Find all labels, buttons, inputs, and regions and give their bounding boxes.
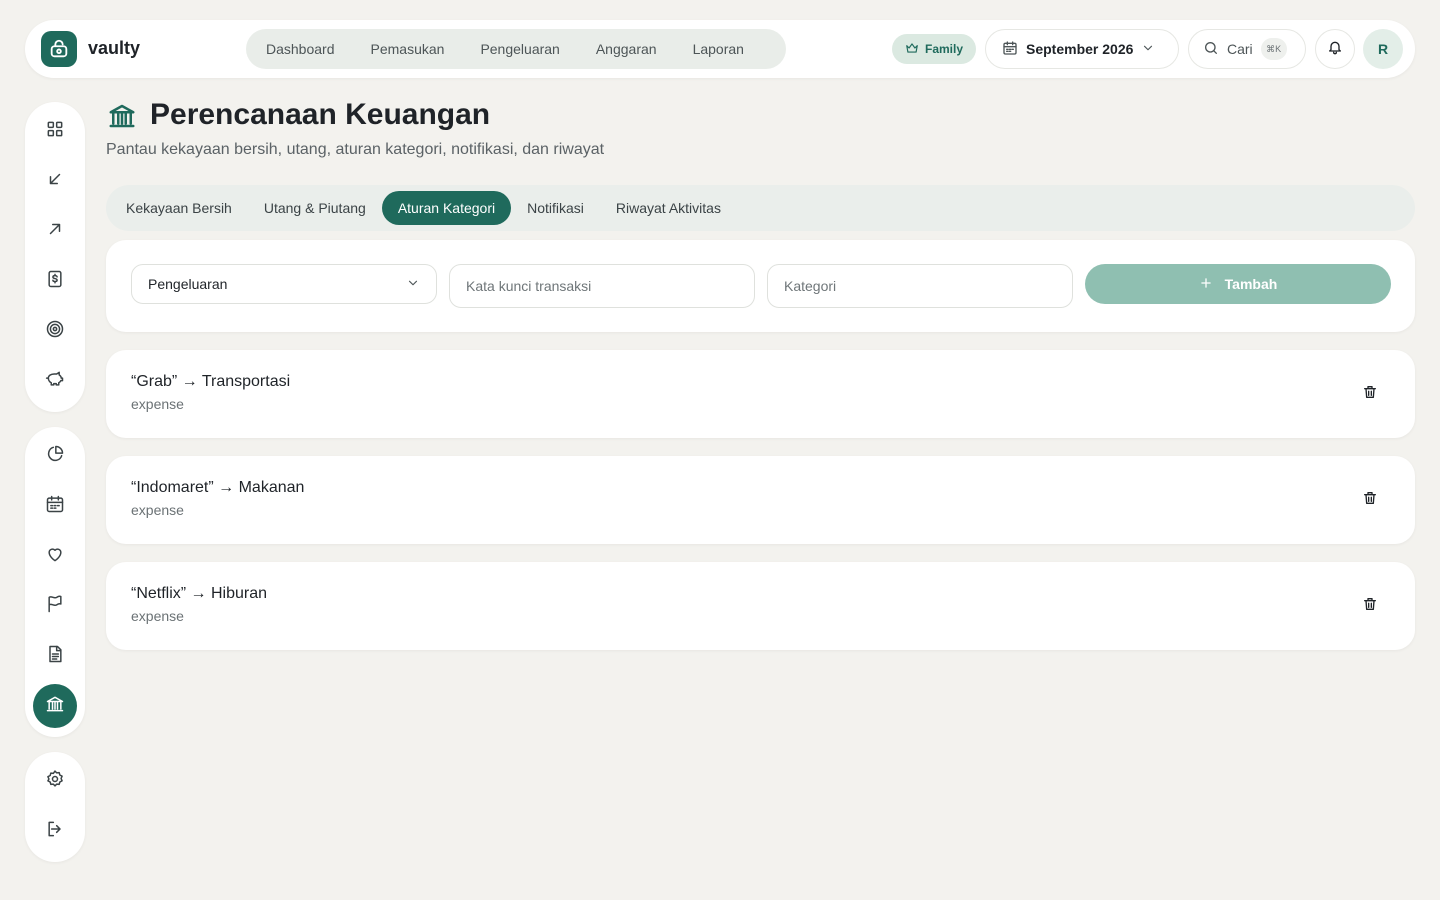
pie-chart-icon [45,444,65,469]
chevron-down-icon [1141,41,1155,58]
rule-title: “Netflix” → Hiburan [131,585,268,602]
bell-icon [1327,39,1343,60]
rule-type: expense [131,608,184,624]
trash-icon [1362,596,1378,617]
sidebar-item-budget[interactable] [35,261,75,301]
bank-icon [107,101,137,136]
list-item: “Netflix” → Hiburan expense [106,562,1415,650]
category-input[interactable] [767,264,1073,308]
search-label: Cari [1227,41,1253,57]
sidebar-item-milestones[interactable] [35,586,75,626]
search-shortcut: ⌘K [1260,38,1287,60]
nav-item-pemasukan[interactable]: Pemasukan [371,41,445,57]
target-icon [45,319,65,344]
plan-badge-label: Family [924,42,963,56]
add-rule-button[interactable]: Tambah [1085,264,1391,304]
tab-activity-history[interactable]: Riwayat Aktivitas [600,191,737,225]
app-name: vaulty [88,38,141,58]
tab-debts[interactable]: Utang & Piutang [248,191,382,225]
search-icon [1203,40,1219,59]
tab-notifications[interactable]: Notifikasi [511,191,600,225]
add-rule-label: Tambah [1224,276,1278,292]
sidebar-item-reports[interactable] [35,436,75,476]
sidebar-item-logout[interactable] [35,811,75,851]
bank-icon [45,694,65,719]
sidebar-item-expense[interactable] [35,211,75,251]
trash-icon [1362,490,1378,511]
delete-rule-button[interactable] [1358,488,1382,512]
nav-item-pengeluaran[interactable]: Pengeluaran [480,41,559,57]
calendar-icon [1002,40,1018,59]
piggy-bank-icon [45,369,65,394]
nav-item-anggaran[interactable]: Anggaran [596,41,657,57]
sidebar-group-planning [25,427,85,737]
nav-item-laporan[interactable]: Laporan [693,41,744,57]
rule-type: expense [131,502,184,518]
delete-rule-button[interactable] [1358,382,1382,406]
rule-title: “Indomaret” → Makanan [131,479,305,496]
keyword-input[interactable] [449,264,755,308]
page-title: Perencanaan Keuangan [150,98,491,131]
grid-icon [45,119,65,144]
nav-item-dashboard[interactable]: Dashboard [266,41,335,57]
main-nav: Dashboard Pemasukan Pengeluaran Anggaran… [246,29,786,69]
arrow-up-right-icon [46,220,64,243]
sidebar-group-account [25,752,85,862]
month-label: September 2026 [1026,41,1134,57]
list-item: “Grab” → Transportasi expense [106,350,1415,438]
list-item: “Indomaret” → Makanan expense [106,456,1415,544]
sidebar-item-dashboard[interactable] [35,111,75,151]
sidebar-item-wishlist[interactable] [35,536,75,576]
arrow-down-left-icon [46,170,64,193]
settings-icon [45,769,65,794]
tab-category-rules[interactable]: Aturan Kategori [381,191,512,225]
sidebar-item-financial-planning[interactable] [33,684,77,728]
plus-icon [1199,276,1213,293]
logout-icon [45,819,65,844]
plan-badge[interactable]: Family [892,34,976,64]
logo-icon[interactable] [41,31,77,67]
crown-icon [905,41,919,58]
delete-rule-button[interactable] [1358,594,1382,618]
tab-net-worth[interactable]: Kekayaan Bersih [110,191,248,225]
sidebar-item-settings[interactable] [35,761,75,801]
trash-icon [1362,384,1378,405]
rule-form: Pengeluaran Tambah [106,240,1415,332]
month-picker[interactable]: September 2026 [985,29,1179,69]
sidebar-item-goals[interactable] [35,311,75,351]
sidebar-item-calendar[interactable] [35,486,75,526]
page-subtitle: Pantau kekayaan bersih, utang, aturan ka… [106,141,605,158]
avatar[interactable]: R [1363,29,1403,69]
document-icon [45,644,65,669]
rule-title: “Grab” → Transportasi [131,373,291,390]
calendar-icon [45,494,65,519]
flag-icon [45,594,65,619]
sidebar-group-main [25,102,85,412]
top-bar: vaulty Dashboard Pemasukan Pengeluaran A… [25,20,1415,78]
notifications-button[interactable] [1315,29,1355,69]
sidebar-item-income[interactable] [35,161,75,201]
search-button[interactable]: Cari ⌘K [1188,29,1306,69]
heart-icon [45,544,65,569]
rule-type: expense [131,396,184,412]
sidebar-item-documents[interactable] [35,636,75,676]
transaction-type-select[interactable]: Pengeluaran [131,264,437,304]
chevron-down-icon [406,276,420,293]
dollar-receipt-icon [45,269,65,294]
sidebar-item-savings[interactable] [35,361,75,401]
transaction-type-value: Pengeluaran [148,276,228,292]
tab-bar: Kekayaan Bersih Utang & Piutang Aturan K… [106,185,1415,231]
